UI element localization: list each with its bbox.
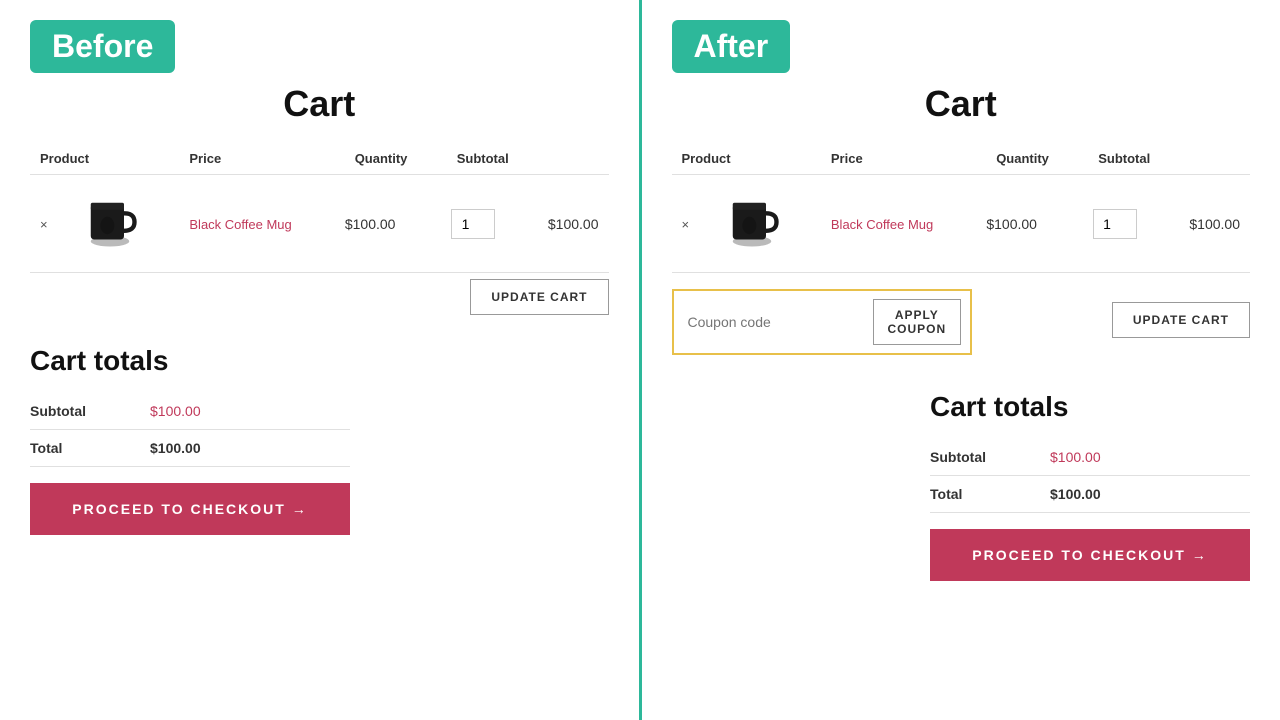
- coupon-section: APPLY COUPON: [672, 289, 972, 355]
- before-total-label: Total: [30, 430, 150, 467]
- after-col-product: Product: [672, 143, 821, 175]
- after-product-name-cell: Black Coffee Mug: [821, 175, 976, 273]
- after-product-cell: [707, 175, 821, 273]
- before-cart-row: × Black Coffee Mug $100.00: [30, 175, 609, 273]
- before-col-price: Price: [179, 143, 334, 175]
- before-subtotal-cell: $100.00: [519, 175, 609, 273]
- before-cart-table: Product Price Quantity Subtotal ×: [30, 143, 609, 273]
- before-subtotal-label: Subtotal: [30, 393, 150, 430]
- before-price-cell: $100.00: [335, 175, 427, 273]
- after-totals-section: Cart totals Subtotal $100.00 Total $100.…: [930, 391, 1250, 581]
- before-cart-totals-title: Cart totals: [30, 345, 350, 377]
- before-totals-section: Cart totals Subtotal $100.00 Total $100.…: [30, 345, 350, 535]
- before-product-link[interactable]: Black Coffee Mug: [189, 217, 291, 232]
- after-checkout-button[interactable]: PROCEED TO CHECKOUT →: [930, 529, 1250, 581]
- before-checkout-button[interactable]: PROCEED TO CHECKOUT →: [30, 483, 350, 535]
- before-mug-image: [75, 187, 145, 257]
- after-price-cell: $100.00: [976, 175, 1068, 273]
- before-qty-cell: [427, 175, 518, 273]
- after-qty-cell: [1069, 175, 1160, 273]
- after-mug-image: [717, 187, 787, 257]
- before-totals-table: Subtotal $100.00 Total $100.00: [30, 393, 350, 467]
- after-subtotal-value: $100.00: [1050, 439, 1250, 476]
- after-panel: After Cart Product Price Quantity Subtot…: [642, 0, 1280, 720]
- after-totals-table: Subtotal $100.00 Total $100.00: [930, 439, 1250, 513]
- after-action-row: APPLY COUPON UPDATE CART: [672, 279, 1251, 361]
- after-col-price: Price: [821, 143, 976, 175]
- after-total-value: $100.00: [1050, 476, 1250, 513]
- after-cart-row: × Black Coffee Mug $100.00: [672, 175, 1251, 273]
- before-total-row: Total $100.00: [30, 430, 350, 467]
- after-col-subtotal: Subtotal: [1069, 143, 1160, 175]
- after-product-link[interactable]: Black Coffee Mug: [831, 217, 933, 232]
- after-remove-button[interactable]: ×: [682, 217, 690, 232]
- apply-coupon-button[interactable]: APPLY COUPON: [873, 299, 962, 345]
- before-product-name-cell: Black Coffee Mug: [179, 175, 334, 273]
- after-subtotal-label: Subtotal: [930, 439, 1050, 476]
- after-cart-table: Product Price Quantity Subtotal ×: [672, 143, 1251, 273]
- before-product-cell: [65, 175, 179, 273]
- after-badge: After: [672, 20, 791, 73]
- after-cart-title: Cart: [672, 83, 1251, 125]
- before-subtotal-value: $100.00: [150, 393, 350, 430]
- before-panel: Before Cart Product Price Quantity Subto…: [0, 0, 639, 720]
- after-col-qty: Quantity: [976, 143, 1068, 175]
- after-total-label: Total: [930, 476, 1050, 513]
- before-qty-input[interactable]: [451, 209, 495, 239]
- before-remove-cell: ×: [30, 175, 65, 273]
- before-col-subtotal: Subtotal: [427, 143, 518, 175]
- before-cart-title: Cart: [30, 83, 609, 125]
- after-update-cart-button[interactable]: UPDATE CART: [1112, 302, 1250, 338]
- before-badge: Before: [30, 20, 175, 73]
- after-cart-totals-title: Cart totals: [930, 391, 1250, 423]
- after-qty-input[interactable]: [1093, 209, 1137, 239]
- before-subtotal-row: Subtotal $100.00: [30, 393, 350, 430]
- before-update-cart-button[interactable]: UPDATE CART: [470, 279, 608, 315]
- coupon-input[interactable]: [684, 310, 873, 334]
- after-remove-cell: ×: [672, 175, 707, 273]
- before-total-value: $100.00: [150, 430, 350, 467]
- after-total-row: Total $100.00: [930, 476, 1250, 513]
- after-subtotal-row: Subtotal $100.00: [930, 439, 1250, 476]
- before-col-product: Product: [30, 143, 179, 175]
- before-remove-button[interactable]: ×: [40, 217, 48, 232]
- after-subtotal-cell: $100.00: [1160, 175, 1250, 273]
- before-action-row: UPDATE CART: [30, 279, 609, 315]
- before-col-qty: Quantity: [335, 143, 427, 175]
